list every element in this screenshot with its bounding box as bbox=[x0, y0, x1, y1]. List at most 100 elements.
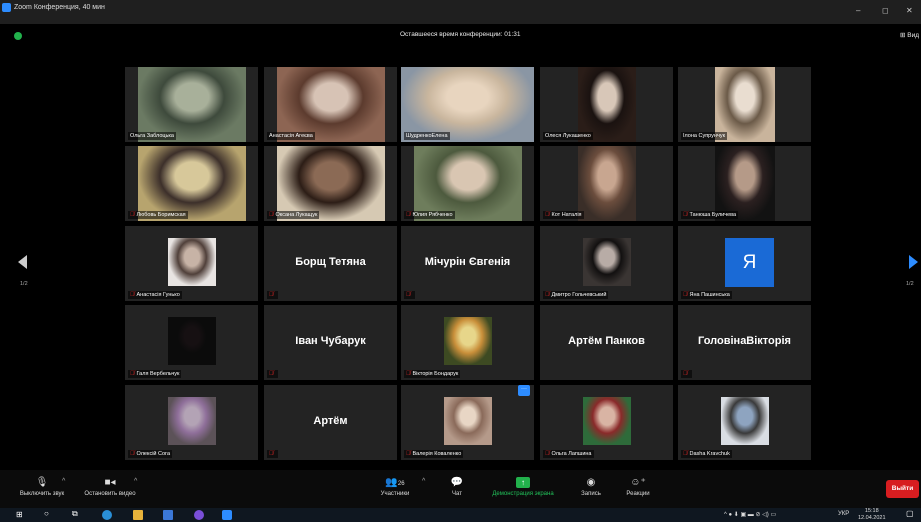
participant-name-label: Ілона Супрунчук bbox=[681, 132, 727, 140]
minimize-button[interactable]: – bbox=[856, 6, 860, 15]
muted-mic-icon: 🎙̸ bbox=[683, 451, 688, 457]
maximize-button[interactable]: ◻ bbox=[882, 6, 889, 15]
participant-tile[interactable]: Анастасія Агеєва bbox=[264, 67, 397, 142]
muted-mic-icon: 🎙̸ bbox=[683, 371, 688, 377]
participant-tile[interactable]: 🎙̸ Dasha Kravchuk bbox=[678, 385, 811, 460]
participant-tile[interactable]: Ольга Заблоцька bbox=[125, 67, 258, 142]
participant-tile[interactable]: Я 🎙̸ Яна Пашинська bbox=[678, 226, 811, 301]
prev-page-icon[interactable] bbox=[18, 255, 27, 269]
participant-video bbox=[167, 397, 216, 445]
chat-button[interactable]: 💬 Чат bbox=[445, 474, 469, 497]
notifications-icon[interactable]: ▢ bbox=[906, 509, 916, 519]
reactions-label: Реакции bbox=[626, 491, 650, 497]
participant-tile[interactable]: 🎙̸ Вікторія Бондарук bbox=[401, 305, 534, 380]
participant-name: Галя Вербельчук bbox=[136, 371, 180, 377]
chevron-up-icon[interactable]: ^ bbox=[422, 478, 425, 485]
record-button[interactable]: ◉ Запись bbox=[573, 474, 609, 497]
participant-tile[interactable]: Артём 🎙̸ bbox=[264, 385, 397, 460]
chevron-up-icon[interactable]: ^ bbox=[62, 478, 65, 485]
participant-tile[interactable]: 🎙̸ Галя Вербельчук bbox=[125, 305, 258, 380]
participant-tile[interactable]: 🎙̸ Любовь Боримская bbox=[125, 146, 258, 221]
participant-tile[interactable]: 🎙̸ Анастасія Гунько bbox=[125, 226, 258, 301]
reactions-icon: ☺⁺ bbox=[630, 477, 646, 488]
participant-video bbox=[577, 146, 636, 221]
mute-button[interactable]: 🎙 Выключить звук ^ bbox=[12, 474, 72, 497]
zoom-taskbar-icon[interactable] bbox=[222, 510, 232, 520]
reactions-button[interactable]: ☺⁺ Реакции bbox=[620, 474, 656, 497]
participant-tile[interactable]: Олеся Лукашенко bbox=[540, 67, 673, 142]
participant-video bbox=[167, 238, 216, 286]
participant-name: Валерія Коваленко bbox=[412, 451, 462, 457]
participant-name-label: 🎙̸ Юлия Рябченко bbox=[404, 211, 455, 219]
participant-name: ШудренкоЕлена bbox=[406, 133, 448, 139]
clock[interactable]: 15:18 12.04.2021 bbox=[858, 508, 886, 522]
stop-video-button[interactable]: ■◂ Остановить видео ^ bbox=[78, 474, 142, 497]
participant-tile[interactable]: Ілона Супрунчук bbox=[678, 67, 811, 142]
shield-icon[interactable] bbox=[14, 32, 22, 40]
participant-name-label: 🎙̸ Ольга Лапшина bbox=[543, 450, 594, 458]
participant-tile[interactable]: 🎙̸ Танюша Буличева bbox=[678, 146, 811, 221]
windows-start-icon[interactable]: ⊞ bbox=[16, 510, 26, 520]
participant-display-name: ГоловінаВікторія bbox=[698, 335, 791, 347]
participant-name-label: 🎙̸ Яна Пашинська bbox=[681, 291, 732, 299]
participant-video bbox=[413, 146, 522, 221]
participant-video bbox=[714, 67, 775, 142]
participant-video bbox=[443, 397, 492, 445]
more-options-icon[interactable]: ··· bbox=[518, 385, 530, 396]
participants-icon: 👥26 bbox=[385, 477, 405, 488]
avatar: Я bbox=[725, 238, 774, 287]
participant-display-name: Мічурін Євгенія bbox=[424, 256, 511, 268]
muted-mic-icon: 🎙̸ bbox=[683, 212, 688, 218]
participant-tile[interactable]: Іван Чубарук 🎙̸ bbox=[264, 305, 397, 380]
participant-tile[interactable]: Борщ Тетяна 🎙̸ bbox=[264, 226, 397, 301]
participant-name: Анастасія Агеєва bbox=[269, 133, 313, 139]
participant-tile[interactable]: 🎙̸ Олексій Сога bbox=[125, 385, 258, 460]
leave-button[interactable]: Выйти bbox=[886, 480, 919, 498]
mute-label: Выключить звук bbox=[19, 491, 65, 497]
participant-name: Танюша Буличева bbox=[689, 212, 737, 218]
participant-tile[interactable]: ··· 🎙̸ Валерія Коваленко bbox=[401, 385, 534, 460]
participants-label: Участники bbox=[380, 491, 410, 497]
viber-icon[interactable] bbox=[194, 510, 204, 520]
participant-video bbox=[276, 146, 385, 221]
participant-tile[interactable]: ШудренкоЕлена bbox=[401, 67, 534, 142]
participants-count: 26 bbox=[397, 481, 405, 487]
tray-icons[interactable]: ^ ● ⬇ ▣ ▬ ⊘ ◁) ▭ bbox=[724, 511, 776, 518]
view-label: Вид bbox=[907, 32, 920, 39]
participant-name: Кот Наталія bbox=[551, 212, 582, 218]
chevron-up-icon[interactable]: ^ bbox=[134, 478, 137, 485]
clock-date: 12.04.2021 bbox=[858, 515, 886, 521]
muted-mic-icon: 🎙̸ bbox=[545, 451, 550, 457]
file-explorer-icon[interactable] bbox=[133, 510, 143, 520]
participant-tile[interactable]: 🎙̸ Ольга Лапшина bbox=[540, 385, 673, 460]
participant-name-label: 🎙̸ bbox=[404, 291, 415, 299]
muted-mic-icon: 🎙̸ bbox=[406, 292, 411, 298]
muted-mic-icon: 🎙̸ bbox=[406, 212, 411, 218]
participant-display-name: Борщ Тетяна bbox=[295, 256, 366, 268]
participant-tile[interactable]: 🎙̸ Оксана Лукащук bbox=[264, 146, 397, 221]
clock-time: 15:18 bbox=[864, 508, 879, 514]
participant-tile[interactable]: 🎙̸ Кот Наталія bbox=[540, 146, 673, 221]
participant-tile[interactable]: Артём Панков bbox=[540, 305, 673, 380]
participant-name-label: 🎙̸ Валерія Коваленко bbox=[404, 450, 464, 458]
task-view-icon[interactable]: ⧉ bbox=[72, 509, 82, 519]
participant-tile[interactable]: Мічурін Євгенія 🎙̸ bbox=[401, 226, 534, 301]
edge-icon[interactable] bbox=[102, 510, 112, 520]
participant-tile[interactable]: 🎙̸ Дмитро Гольчевський bbox=[540, 226, 673, 301]
close-button[interactable]: ✕ bbox=[906, 6, 913, 15]
participant-tile[interactable]: 🎙̸ Юлия Рябченко bbox=[401, 146, 534, 221]
keyboard-language[interactable]: УКР bbox=[838, 511, 849, 517]
search-icon[interactable]: ○ bbox=[44, 509, 54, 519]
calendar-app-icon[interactable] bbox=[163, 510, 173, 520]
participant-tile[interactable]: ГоловінаВікторія 🎙̸ bbox=[678, 305, 811, 380]
page-indicator-left: 1/2 bbox=[20, 281, 28, 287]
muted-mic-icon: 🎙̸ bbox=[130, 292, 135, 298]
participant-name-label: 🎙̸ Кот Наталія bbox=[543, 211, 584, 219]
next-page-icon[interactable] bbox=[909, 255, 918, 269]
muted-mic-icon: 🎙̸ bbox=[406, 451, 411, 457]
participants-button[interactable]: 👥26 Участники ^ bbox=[372, 474, 426, 497]
video-label: Остановить видео bbox=[84, 491, 136, 497]
share-screen-button[interactable]: ↑ Демонстрация экрана bbox=[480, 474, 566, 497]
view-button[interactable]: ⊞ Вид bbox=[900, 31, 919, 39]
participant-video bbox=[137, 67, 246, 142]
